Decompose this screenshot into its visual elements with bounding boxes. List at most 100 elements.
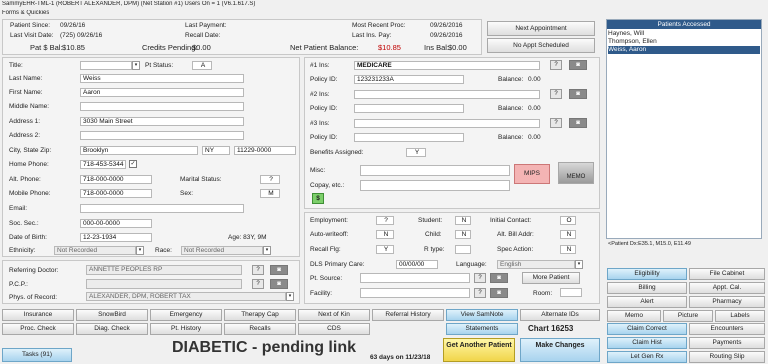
alert-button[interactable]: Alert: [607, 296, 687, 308]
phys-of-record-field[interactable]: ALEXANDER, DPM, ROBERT TAX: [86, 292, 286, 301]
pt-status-field[interactable]: A: [192, 61, 212, 70]
policy3-field[interactable]: [354, 133, 464, 142]
mobile-field[interactable]: 718-000-0000: [80, 189, 152, 198]
billing-button[interactable]: Billing: [607, 282, 687, 294]
alt-bill-field[interactable]: N: [560, 230, 576, 239]
ssn-field[interactable]: 000-00-0000: [80, 219, 152, 228]
referral-history-button[interactable]: Referral History: [372, 309, 444, 321]
benefits-assigned-field[interactable]: Y: [406, 148, 426, 157]
ethnicity-field[interactable]: Not Recorded: [54, 246, 136, 255]
facility-camera-icon[interactable]: ◙: [490, 288, 508, 298]
ins3-camera-icon[interactable]: ◙: [569, 118, 587, 128]
ins2-camera-icon[interactable]: ◙: [569, 89, 587, 99]
more-patient-button[interactable]: More Patient: [522, 272, 580, 284]
race-field[interactable]: Not Recorded: [181, 246, 263, 255]
referring-doctor-camera-icon[interactable]: ◙: [270, 265, 288, 275]
appt-cal-button[interactable]: Appt. Cal.: [689, 282, 765, 294]
claim-correct-button[interactable]: Claim Correct: [607, 323, 687, 335]
address1-field[interactable]: 3030 Main Street: [80, 117, 244, 126]
home-phone-checkbox[interactable]: ✓: [129, 160, 137, 168]
middle-name-field[interactable]: [80, 102, 244, 111]
ins3-help-button[interactable]: ?: [550, 118, 562, 128]
pt-source-camera-icon[interactable]: ◙: [490, 273, 508, 283]
pcp-help-button[interactable]: ?: [252, 279, 264, 289]
student-field[interactable]: N: [455, 216, 471, 225]
get-another-patient-button[interactable]: Get Another Patient: [443, 338, 515, 362]
pt-source-help-button[interactable]: ?: [474, 273, 486, 283]
emergency-button[interactable]: Emergency: [150, 309, 222, 321]
pt-history-button[interactable]: Pt. History: [150, 323, 222, 335]
language-dropdown[interactable]: ▾: [575, 260, 583, 269]
encounters-button[interactable]: Encounters: [689, 323, 765, 335]
spec-action-field[interactable]: N: [560, 245, 576, 254]
facility-field[interactable]: [360, 288, 470, 298]
address2-field[interactable]: [80, 131, 244, 140]
pcp-field[interactable]: [86, 279, 242, 289]
ethnicity-dropdown[interactable]: ▾: [136, 246, 144, 255]
claim-hist-button[interactable]: Claim Hist: [607, 337, 687, 349]
referring-doctor-field[interactable]: ANNETTE PEOPLES RP: [86, 265, 242, 275]
menu-forms-quickies[interactable]: Forms & Quickies: [2, 10, 49, 16]
child-field[interactable]: N: [455, 230, 471, 239]
ins2-field[interactable]: [354, 90, 540, 99]
title-dropdown[interactable]: ▾: [132, 61, 140, 70]
title-field[interactable]: [80, 61, 132, 70]
ins1-field[interactable]: MEDICARE: [354, 61, 540, 70]
referring-doctor-help-button[interactable]: ?: [252, 265, 264, 275]
routing-slip-button[interactable]: Routing Slip: [689, 351, 765, 363]
language-field[interactable]: English: [497, 260, 575, 269]
policy1-field[interactable]: 123231233A: [354, 75, 464, 84]
proc-check-button[interactable]: Proc. Check: [2, 323, 74, 335]
next-appointment-button[interactable]: Next Appointment: [487, 21, 595, 36]
diag-check-button[interactable]: Diag. Check: [76, 323, 148, 335]
alternate-ids-button[interactable]: Alternate IDs: [520, 309, 600, 321]
recalls-button[interactable]: Recalls: [224, 323, 296, 335]
employment-field[interactable]: ?: [376, 216, 394, 225]
dollar-button[interactable]: $: [312, 193, 324, 204]
copay-field[interactable]: [360, 180, 510, 191]
dob-field[interactable]: 12-23-1934: [80, 233, 152, 242]
mips-button[interactable]: MIPS: [514, 164, 550, 184]
picture-button[interactable]: Picture: [663, 310, 713, 322]
ins2-help-button[interactable]: ?: [550, 89, 562, 99]
view-samnote-button[interactable]: View SamNote: [446, 309, 518, 321]
zip-field[interactable]: 11229-0000: [234, 146, 296, 155]
ins3-field[interactable]: [354, 119, 540, 128]
eligibility-button[interactable]: Eligibility: [607, 268, 687, 280]
state-field[interactable]: NY: [202, 146, 230, 155]
recall-flg-field[interactable]: Y: [376, 245, 394, 254]
therapy-cap-button[interactable]: Therapy Cap: [224, 309, 296, 321]
pharmacy-button[interactable]: Pharmacy: [689, 296, 765, 308]
patients-accessed-item[interactable]: Thompson, Ellen: [608, 38, 760, 46]
file-cabinet-button[interactable]: File Cabinet: [689, 268, 765, 280]
sex-field[interactable]: M: [260, 189, 280, 198]
race-dropdown[interactable]: ▾: [263, 246, 271, 255]
city-field[interactable]: Brooklyn: [80, 146, 198, 155]
policy2-field[interactable]: [354, 104, 464, 113]
payments-button[interactable]: Payments: [689, 337, 765, 349]
memo-button[interactable]: MEMO: [558, 162, 594, 184]
labels-button[interactable]: Labels: [715, 310, 765, 322]
pcp-camera-icon[interactable]: ◙: [270, 279, 288, 289]
marital-field[interactable]: ?: [260, 175, 280, 184]
insurance-button[interactable]: Insurance: [2, 309, 74, 321]
first-name-field[interactable]: Aaron: [80, 88, 244, 97]
last-name-field[interactable]: Weiss: [80, 74, 244, 83]
initial-contact-field[interactable]: O: [560, 216, 576, 225]
pt-source-field[interactable]: [360, 273, 470, 283]
patients-accessed-item-selected[interactable]: Weiss, Aaron: [608, 46, 760, 54]
home-phone-field[interactable]: 718-453-5344: [80, 160, 126, 169]
rtype-field[interactable]: [455, 245, 471, 254]
email-field[interactable]: [80, 204, 244, 213]
let-gen-rx-button[interactable]: Let Gen Rx: [607, 351, 687, 363]
next-of-kin-button[interactable]: Next of Kin: [298, 309, 370, 321]
snowbird-button[interactable]: SnowBird: [76, 309, 148, 321]
patients-accessed-item[interactable]: Haynes, Will: [608, 30, 760, 38]
room-field[interactable]: [560, 288, 582, 297]
auto-writeoff-field[interactable]: N: [376, 230, 394, 239]
no-appt-scheduled-button[interactable]: No Appt Scheduled: [487, 38, 595, 53]
dls-field[interactable]: 00/00/00: [396, 260, 438, 269]
cds-button[interactable]: CDS: [298, 323, 370, 335]
misc-field[interactable]: [360, 165, 510, 176]
alt-phone-field[interactable]: 718-000-0000: [80, 175, 152, 184]
